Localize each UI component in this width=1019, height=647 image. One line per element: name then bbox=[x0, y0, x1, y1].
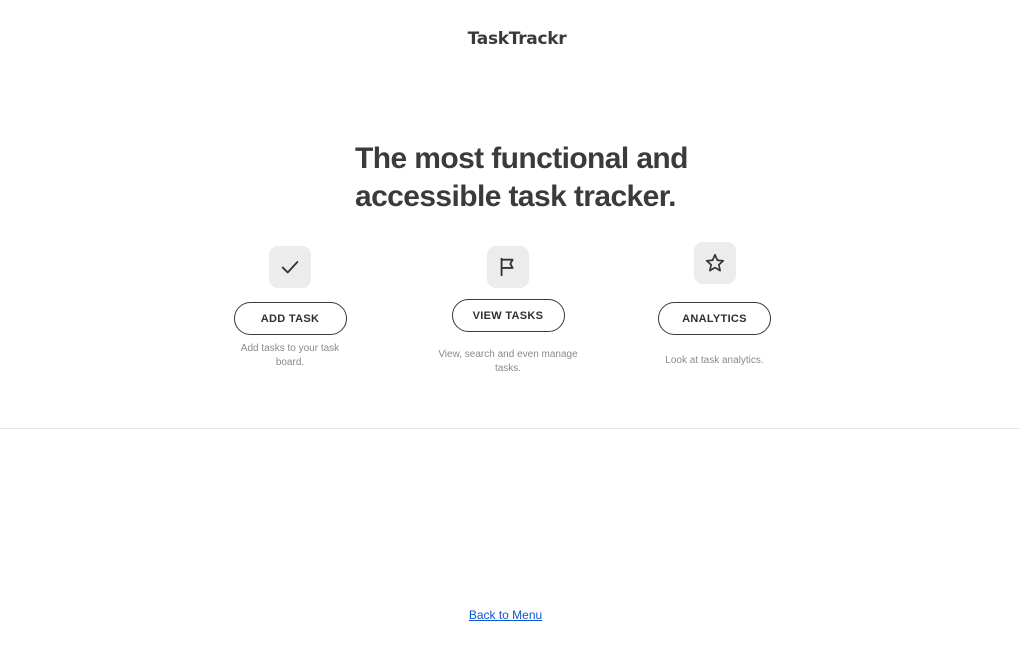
feature-analytics: ANALYTICS Look at task analytics. bbox=[658, 242, 771, 368]
headline-line-2: accessible task tracker. bbox=[355, 180, 676, 213]
feature-add-task: ADD TASK Add tasks to your task board. bbox=[226, 246, 354, 370]
feature-view-tasks: VIEW TASKS View, search and even manage … bbox=[438, 246, 578, 376]
back-link-container: Back to Menu bbox=[0, 608, 1011, 622]
headline-line-1: The most functional and bbox=[355, 142, 688, 175]
page-headline: The most functional and accessible task … bbox=[355, 140, 695, 216]
section-divider bbox=[0, 428, 1019, 429]
flag-icon bbox=[487, 246, 529, 288]
view-tasks-button[interactable]: VIEW TASKS bbox=[451, 299, 565, 332]
checkmark-icon bbox=[269, 246, 311, 288]
add-task-button[interactable]: ADD TASK bbox=[233, 302, 347, 335]
brand-logo: TaskTrackr bbox=[467, 29, 567, 49]
view-tasks-description: View, search and even manage tasks. bbox=[438, 349, 578, 374]
add-task-description: Add tasks to your task board. bbox=[240, 343, 340, 368]
back-to-menu-link[interactable]: Back to Menu bbox=[469, 608, 542, 622]
analytics-description: Look at task analytics. bbox=[665, 355, 764, 366]
star-icon bbox=[693, 242, 736, 284]
analytics-button[interactable]: ANALYTICS bbox=[658, 302, 771, 335]
